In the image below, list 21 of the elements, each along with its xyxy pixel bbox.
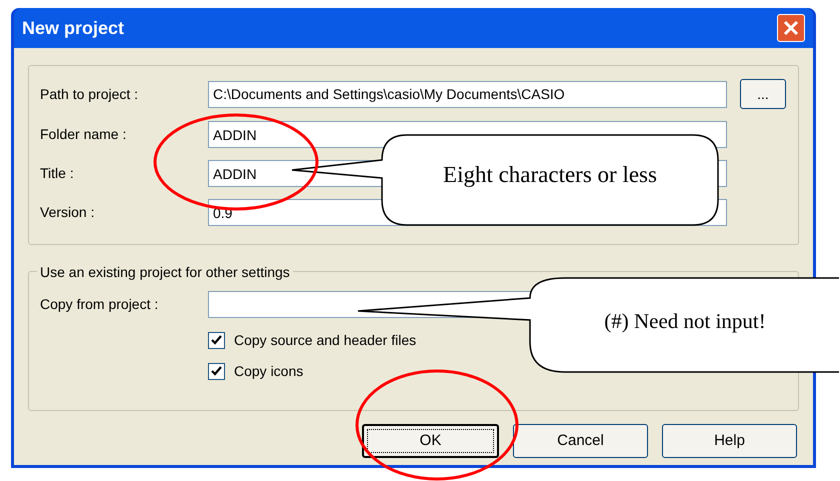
dialog-button[interactable]: Cancel: [513, 424, 648, 458]
close-button[interactable]: [777, 14, 805, 42]
checkbox[interactable]: [208, 332, 225, 349]
callout-tooltip-text: Eight characters or less: [442, 161, 658, 189]
field-label: Path to project :: [39, 84, 140, 104]
field-label: Title :: [39, 164, 75, 183]
field-label: Copy from project :: [39, 295, 160, 314]
checkbox[interactable]: [208, 363, 225, 380]
field-label: Folder name :: [39, 125, 128, 144]
checkbox-label: Copy icons: [234, 362, 304, 381]
callout-tooltip-text: (#) Need not input!: [603, 308, 767, 335]
check-icon: [211, 366, 222, 377]
dialog-button[interactable]: OK: [362, 424, 499, 458]
field-label: Version :: [39, 203, 96, 222]
dialog-button[interactable]: Help: [662, 424, 797, 458]
text-field[interactable]: C:\Documents and Settings\casio\My Documents\CASIO: [208, 80, 727, 108]
check-icon: [211, 335, 222, 346]
window-title: New project: [22, 16, 124, 40]
close-icon: [783, 20, 799, 36]
browse-button[interactable]: ...: [740, 79, 786, 109]
checkbox-label: Copy source and header files: [234, 331, 416, 350]
